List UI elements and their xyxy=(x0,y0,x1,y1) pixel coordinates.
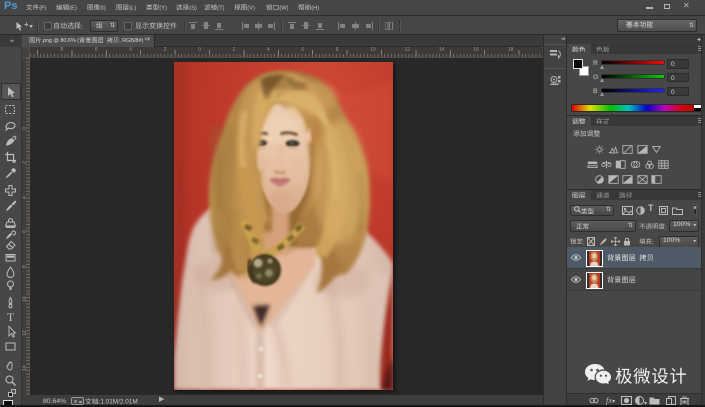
svg-text:T: T xyxy=(7,310,15,323)
